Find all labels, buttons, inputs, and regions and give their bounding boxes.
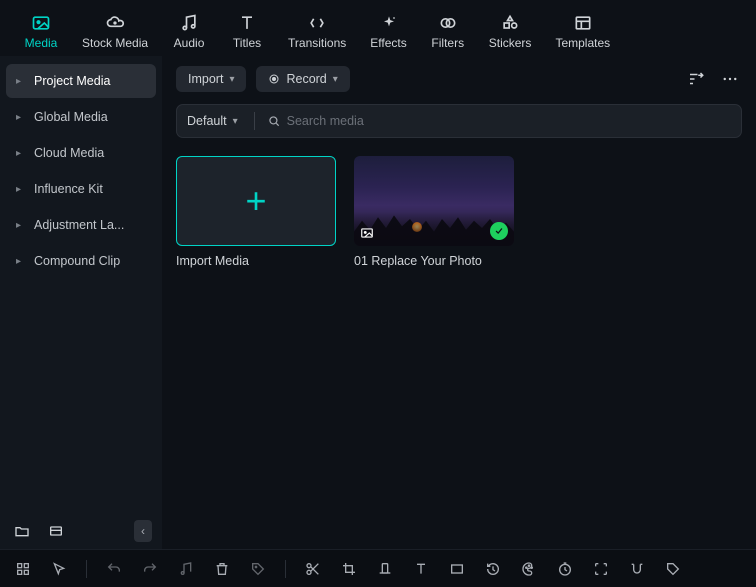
sidebar-item-global-media[interactable]: ▸ Global Media xyxy=(6,100,156,134)
content-panel: Import ▾ Record ▾ Default ▾ xyxy=(162,56,756,549)
bottom-toolbar xyxy=(0,549,756,587)
sidebar-item-compound-clip[interactable]: ▸ Compound Clip xyxy=(6,244,156,278)
undo-icon[interactable] xyxy=(105,560,123,578)
sort-select[interactable]: Default ▾ xyxy=(187,114,248,128)
sidebar-item-label: Adjustment La... xyxy=(34,218,124,232)
chevron-right-icon: ▸ xyxy=(16,148,24,159)
crop-icon[interactable] xyxy=(340,560,358,578)
more-menu-icon[interactable] xyxy=(718,67,742,91)
sort-label: Default xyxy=(187,114,227,128)
topnav-label: Transitions xyxy=(288,36,346,50)
separator xyxy=(86,560,87,578)
import-media-tile[interactable]: + Import Media xyxy=(176,156,336,268)
divider xyxy=(254,112,255,130)
chevron-right-icon: ▸ xyxy=(16,76,24,87)
chevron-right-icon: ▸ xyxy=(16,112,24,123)
text-tool-icon[interactable] xyxy=(412,560,430,578)
chevron-right-icon: ▸ xyxy=(16,184,24,195)
topnav-label: Templates xyxy=(555,36,610,50)
topnav-item-filters[interactable]: Filters xyxy=(419,9,477,54)
timer-icon[interactable] xyxy=(556,560,574,578)
topnav-label: Titles xyxy=(233,36,261,50)
topnav-label: Filters xyxy=(431,36,464,50)
text-icon xyxy=(237,13,257,33)
search-input[interactable] xyxy=(287,114,731,128)
topnav-item-templates[interactable]: Templates xyxy=(543,9,622,54)
image-icon xyxy=(31,13,51,33)
topnav-item-stock-media[interactable]: Stock Media xyxy=(70,9,160,54)
venn-icon xyxy=(438,13,458,33)
scissors-icon[interactable] xyxy=(304,560,322,578)
tag2-icon[interactable] xyxy=(664,560,682,578)
transition-icon xyxy=(307,13,327,33)
sidebar: ▸ Project Media ▸ Global Media ▸ Cloud M… xyxy=(0,56,162,549)
topnav-item-audio[interactable]: Audio xyxy=(160,9,218,54)
sidebar-item-label: Global Media xyxy=(34,110,108,124)
caret-down-icon: ▾ xyxy=(233,116,238,127)
snap-icon[interactable] xyxy=(628,560,646,578)
audio-sync-icon[interactable] xyxy=(177,560,195,578)
topnav-label: Stock Media xyxy=(82,36,148,50)
image-type-icon xyxy=(360,226,374,240)
plus-icon: + xyxy=(245,180,266,222)
sidebar-item-influence-kit[interactable]: ▸ Influence Kit xyxy=(6,172,156,206)
topnav-item-stickers[interactable]: Stickers xyxy=(477,9,544,54)
sparkle-icon xyxy=(379,13,399,33)
tile-label: Import Media xyxy=(176,254,336,268)
new-bin-icon[interactable] xyxy=(44,519,68,543)
record-dot-icon xyxy=(268,73,280,85)
sidebar-item-label: Influence Kit xyxy=(34,182,103,196)
cursor-tool-icon[interactable] xyxy=(50,560,68,578)
import-label: Import xyxy=(188,72,223,86)
history-icon[interactable] xyxy=(484,560,502,578)
tag-icon[interactable] xyxy=(249,560,267,578)
sidebar-item-project-media[interactable]: ▸ Project Media xyxy=(6,64,156,98)
check-badge-icon xyxy=(490,222,508,240)
topnav-item-transitions[interactable]: Transitions xyxy=(276,9,358,54)
topnav-item-media[interactable]: Media xyxy=(12,9,70,54)
music-icon xyxy=(179,13,199,33)
shapes-icon xyxy=(500,13,520,33)
caret-down-icon: ▾ xyxy=(333,74,338,85)
topnav-item-titles[interactable]: Titles xyxy=(218,9,276,54)
topnav-label: Effects xyxy=(370,36,406,50)
search-bar: Default ▾ xyxy=(176,104,742,138)
topnav-item-effects[interactable]: Effects xyxy=(358,9,418,54)
search-icon xyxy=(261,114,287,128)
import-button[interactable]: Import ▾ xyxy=(176,66,246,92)
template-icon xyxy=(573,13,593,33)
sidebar-item-label: Project Media xyxy=(34,74,110,88)
edge-detect-icon[interactable] xyxy=(592,560,610,578)
palette-icon[interactable] xyxy=(520,560,538,578)
trash-icon[interactable] xyxy=(213,560,231,578)
topnav-label: Stickers xyxy=(489,36,532,50)
new-folder-icon[interactable] xyxy=(10,519,34,543)
media-tile[interactable]: 01 Replace Your Photo xyxy=(354,156,514,268)
chevron-right-icon: ▸ xyxy=(16,220,24,231)
sidebar-item-adjustment-layer[interactable]: ▸ Adjustment La... xyxy=(6,208,156,242)
top-nav: Media Stock Media Audio Titles Transitio… xyxy=(0,0,756,56)
caret-down-icon: ▾ xyxy=(229,74,234,85)
topnav-label: Media xyxy=(25,36,58,50)
rectangle-icon[interactable] xyxy=(448,560,466,578)
sidebar-item-cloud-media[interactable]: ▸ Cloud Media xyxy=(6,136,156,170)
record-label: Record xyxy=(286,72,326,86)
redo-icon[interactable] xyxy=(141,560,159,578)
record-button[interactable]: Record ▾ xyxy=(256,66,349,92)
chevron-right-icon: ▸ xyxy=(16,256,24,267)
grid-tool-icon[interactable] xyxy=(14,560,32,578)
orient-icon[interactable] xyxy=(376,560,394,578)
cloud-image-icon xyxy=(105,13,125,33)
tile-label: 01 Replace Your Photo xyxy=(354,254,514,268)
sidebar-item-label: Compound Clip xyxy=(34,254,120,268)
separator xyxy=(285,560,286,578)
collapse-sidebar-button[interactable]: ‹ xyxy=(134,520,152,542)
topnav-label: Audio xyxy=(174,36,205,50)
filter-list-icon[interactable] xyxy=(684,67,708,91)
sidebar-item-label: Cloud Media xyxy=(34,146,104,160)
